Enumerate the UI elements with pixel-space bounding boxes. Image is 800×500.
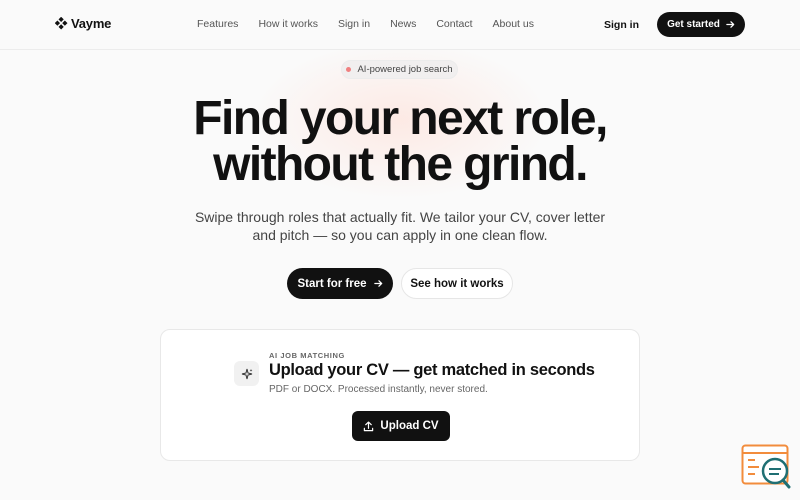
chat-widget[interactable] (741, 444, 791, 490)
see-how-it-works-button[interactable]: See how it works (401, 268, 513, 299)
badge-label: AI-powered job search (357, 64, 453, 75)
nav-link-sign-in[interactable]: Sign in (338, 18, 370, 30)
hero-badge: AI-powered job search (341, 60, 458, 79)
start-for-free-label: Start for free (297, 277, 367, 290)
diamond-cluster-icon (55, 17, 68, 30)
nav-links: Features How it works Sign in News Conta… (197, 18, 534, 30)
badge-dot (346, 67, 352, 72)
arrow-right-icon (726, 21, 735, 28)
brand-name: Vayme (71, 16, 112, 31)
card-eyebrow: AI JOB MATCHING (269, 351, 345, 360)
get-started-label: Get started (667, 19, 720, 30)
card-description: PDF or DOCX. Processed instantly, never … (269, 384, 488, 395)
nav-link-contact[interactable]: Contact (436, 18, 472, 30)
start-for-free-button[interactable]: Start for free (287, 268, 393, 299)
upload-cv-button[interactable]: Upload CV (352, 411, 450, 441)
upload-cv-label: Upload CV (380, 420, 439, 432)
card-title: Upload your CV — get matched in seconds (269, 361, 595, 379)
hero-headline: Find your next role, without the grind. (0, 95, 800, 191)
sparkle-icon-tile (234, 361, 259, 386)
nav-link-about-us[interactable]: About us (493, 18, 534, 30)
brand-logo[interactable]: Vayme (55, 16, 111, 31)
nav-link-news[interactable]: News (390, 18, 416, 30)
arrow-right-icon (373, 280, 382, 287)
top-nav: Vayme Features How it works Sign in News… (0, 0, 800, 50)
get-started-button[interactable]: Get started (657, 12, 745, 37)
headline-line-2: without the grind. (213, 138, 588, 191)
upload-icon (364, 421, 374, 431)
sparkle-icon (241, 368, 252, 379)
nav-link-features[interactable]: Features (197, 18, 238, 30)
upload-cv-card: AI JOB MATCHING Upload your CV — get mat… (160, 329, 640, 461)
sign-in-button[interactable]: Sign in (593, 13, 650, 37)
chat-search-icon (741, 444, 791, 489)
hero-subtitle: Swipe through roles that actually fit. W… (194, 209, 606, 243)
nav-link-how-it-works[interactable]: How it works (258, 18, 318, 30)
